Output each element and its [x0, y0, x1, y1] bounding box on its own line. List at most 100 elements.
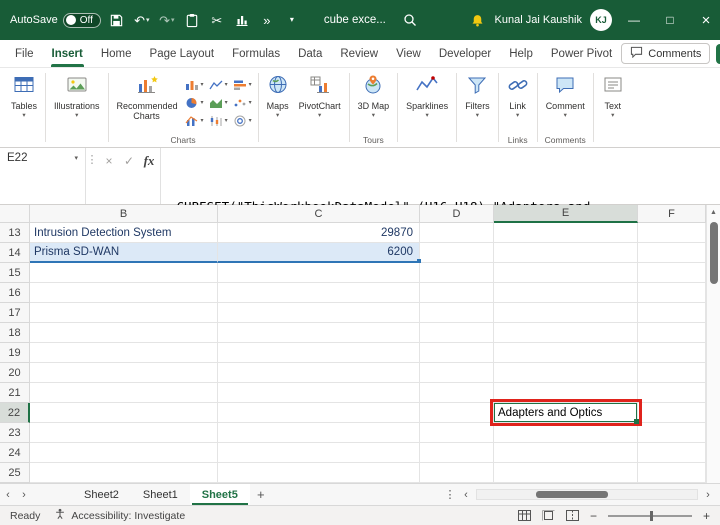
column-header-C[interactable]: C	[218, 205, 420, 223]
cell-C21[interactable]	[218, 383, 420, 403]
tab-developer[interactable]: Developer	[430, 40, 500, 67]
tab-home[interactable]: Home	[92, 40, 141, 67]
add-sheet-button[interactable]: +	[250, 487, 272, 502]
hscroll-right-icon[interactable]: ›	[700, 489, 716, 501]
undo-icon[interactable]: ↶ ▾	[133, 8, 151, 32]
formula-input[interactable]: =CUBESET("ThisWorkbookDataModel",(H16,H1…	[160, 148, 720, 280]
link-button[interactable]: Link ▾	[503, 71, 533, 123]
tab-review[interactable]: Review	[331, 40, 387, 67]
row-header-19[interactable]: 19	[0, 343, 30, 363]
zoom-slider[interactable]	[607, 510, 692, 521]
cell-D21[interactable]	[420, 383, 494, 403]
row-header-15[interactable]: 15	[0, 263, 30, 283]
zoom-in-button[interactable]: +	[703, 509, 710, 523]
sheet-tab-sheet1[interactable]: Sheet1	[131, 484, 190, 505]
cell-C25[interactable]	[218, 463, 420, 483]
tab-insert[interactable]: Insert	[43, 40, 92, 67]
cell-E22[interactable]: Adapters and Optics	[490, 399, 642, 426]
cell-B14[interactable]: Prisma SD-WAN	[30, 243, 218, 263]
row-header-24[interactable]: 24	[0, 443, 30, 463]
more-quick-access-icon[interactable]: »	[258, 8, 276, 32]
cell-F22[interactable]	[638, 403, 706, 423]
cell-B16[interactable]	[30, 283, 218, 303]
cell-B24[interactable]	[30, 443, 218, 463]
cell-B13[interactable]: Intrusion Detection System	[30, 223, 218, 243]
hscroll-left-icon[interactable]: ‹	[458, 489, 474, 501]
page-layout-view-button[interactable]	[541, 510, 555, 521]
cell-B23[interactable]	[30, 423, 218, 443]
page-break-view-button[interactable]	[565, 510, 579, 521]
radar-chart-button[interactable]: ▾	[233, 112, 252, 129]
cell-B18[interactable]	[30, 323, 218, 343]
cell-B22[interactable]	[30, 403, 218, 423]
cell-E19[interactable]	[494, 343, 638, 363]
maps-button[interactable]: Maps ▾	[263, 71, 293, 123]
cell-F24[interactable]	[638, 443, 706, 463]
cell-D16[interactable]	[420, 283, 494, 303]
bell-icon[interactable]	[469, 8, 487, 32]
tab-file[interactable]: File	[6, 40, 43, 67]
search-icon[interactable]	[401, 8, 419, 32]
column-header-E[interactable]: E	[494, 205, 638, 223]
cell-D13[interactable]	[420, 223, 494, 243]
cell-F15[interactable]	[638, 263, 706, 283]
cell-C17[interactable]	[218, 303, 420, 323]
combo-chart-button[interactable]: ▾	[185, 112, 204, 129]
cell-E24[interactable]	[494, 443, 638, 463]
scroll-up-icon[interactable]: ▲	[707, 205, 720, 220]
redo-icon[interactable]: ↷ ▾	[158, 8, 176, 32]
zoom-slider-thumb[interactable]	[649, 510, 653, 521]
cell-C18[interactable]	[218, 323, 420, 343]
cell-F18[interactable]	[638, 323, 706, 343]
pivotchart-button[interactable]: PivotChart ▾	[295, 71, 345, 123]
row-header-18[interactable]: 18	[0, 323, 30, 343]
3d-map-button[interactable]: 3D Map ▾	[354, 71, 394, 123]
tab-view[interactable]: View	[387, 40, 430, 67]
cell-D17[interactable]	[420, 303, 494, 323]
cell-D18[interactable]	[420, 323, 494, 343]
cell-B17[interactable]	[30, 303, 218, 323]
customize-toolbar-icon[interactable]: ▾	[283, 8, 301, 32]
tab-data[interactable]: Data	[289, 40, 331, 67]
scissors-icon[interactable]: ✂	[208, 8, 226, 32]
row-header-23[interactable]: 23	[0, 423, 30, 443]
name-box[interactable]: E22 ▾	[7, 152, 78, 164]
cell-E17[interactable]	[494, 303, 638, 323]
chart-icon[interactable]	[233, 8, 251, 32]
cell-B20[interactable]	[30, 363, 218, 383]
horizontal-scroll-thumb[interactable]	[536, 491, 609, 498]
sheet-tab-sheet5[interactable]: Sheet5	[189, 484, 250, 505]
cell-F16[interactable]	[638, 283, 706, 303]
cell-E15[interactable]	[494, 263, 638, 283]
tab-formulas[interactable]: Formulas	[223, 40, 289, 67]
cell-F17[interactable]	[638, 303, 706, 323]
cell-D19[interactable]	[420, 343, 494, 363]
pie-chart-button[interactable]: ▾	[185, 94, 204, 111]
tab-page-layout[interactable]: Page Layout	[141, 40, 224, 67]
cell-D22[interactable]	[420, 403, 494, 423]
cell-B15[interactable]	[30, 263, 218, 283]
cell-F25[interactable]	[638, 463, 706, 483]
tab-power-pivot[interactable]: Power Pivot	[542, 40, 621, 67]
row-header-25[interactable]: 25	[0, 463, 30, 483]
cell-F23[interactable]	[638, 423, 706, 443]
vertical-scrollbar[interactable]: ▲	[706, 205, 720, 483]
save-icon[interactable]	[108, 8, 126, 32]
row-header-13[interactable]: 13	[0, 223, 30, 243]
avatar[interactable]: KJ	[590, 9, 612, 31]
comment-button[interactable]: Comment ▾	[542, 71, 589, 123]
select-all-corner[interactable]	[0, 205, 30, 223]
cell-D15[interactable]	[420, 263, 494, 283]
cell-C14[interactable]: 6200	[218, 243, 421, 263]
cancel-button[interactable]: ×	[100, 152, 118, 170]
column-header-F[interactable]: F	[638, 205, 706, 223]
column-header-B[interactable]: B	[30, 205, 218, 223]
insert-function-button[interactable]: fx	[140, 152, 158, 170]
fill-handle[interactable]	[634, 419, 639, 424]
enter-button[interactable]: ✓	[120, 152, 138, 170]
cell-F14[interactable]	[638, 243, 706, 263]
cell-C24[interactable]	[218, 443, 420, 463]
column-chart-button[interactable]: ▾	[185, 76, 204, 93]
cell-D25[interactable]	[420, 463, 494, 483]
row-header-16[interactable]: 16	[0, 283, 30, 303]
